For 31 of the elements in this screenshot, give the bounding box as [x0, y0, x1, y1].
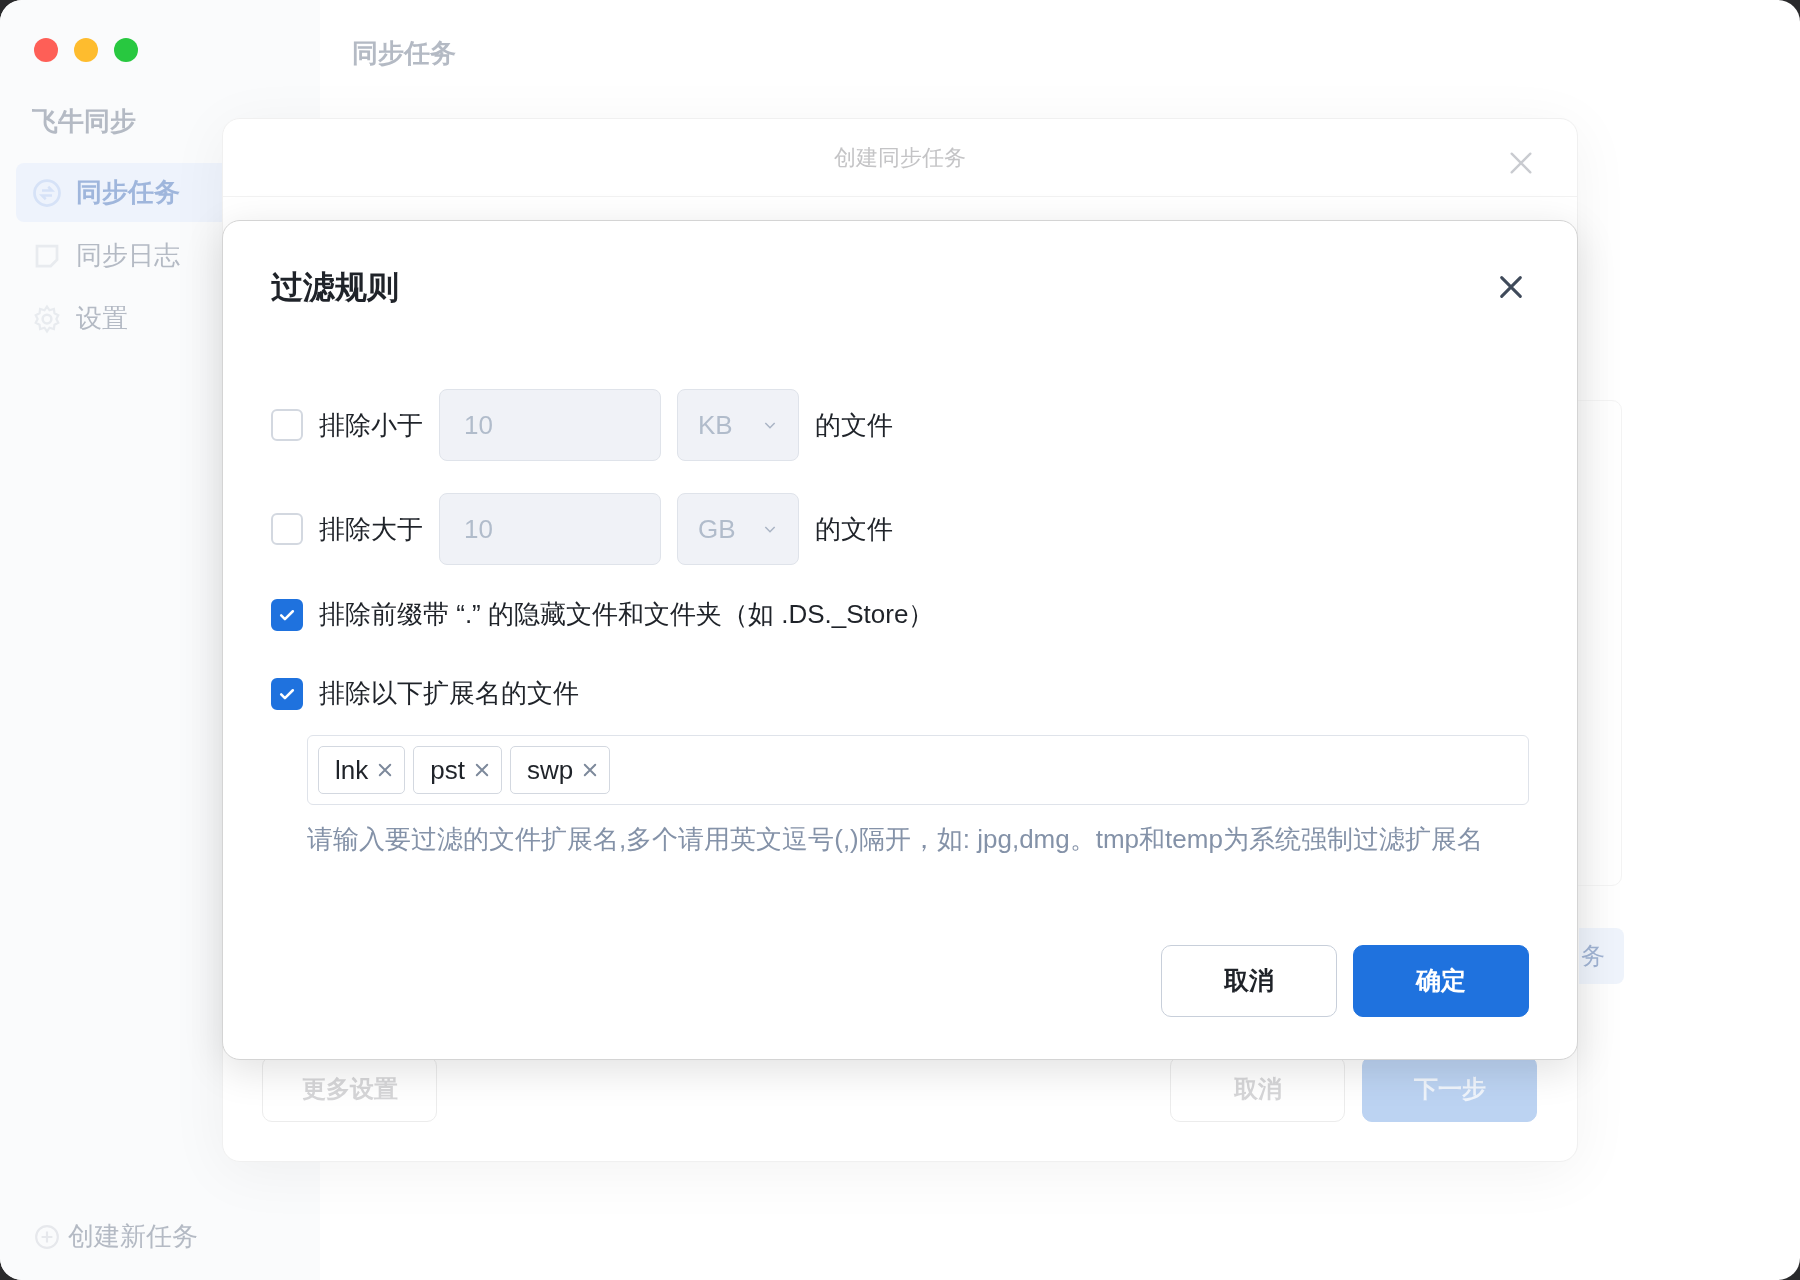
sync-icon: [32, 177, 62, 208]
hint-text: 请输入要过滤的文件扩展名,多个请用英文逗号(,)隔开，如: jpg,dmg。tmp和temp为系统强制过滤扩展名: [307, 823, 1484, 856]
close-icon: [1507, 149, 1535, 177]
close-window-button[interactable]: [34, 38, 58, 62]
rule-suffix: 的文件: [815, 512, 893, 546]
extension-tag: swp: [509, 746, 611, 794]
panel-button[interactable]: 务: [1579, 928, 1624, 984]
extension-tag: lnk: [318, 746, 406, 794]
confirm-button[interactable]: 确定: [1353, 945, 1529, 1017]
sidebar-item[interactable]: 同步日志: [16, 226, 206, 285]
close-icon: [1497, 273, 1525, 301]
checkbox[interactable]: [271, 598, 303, 631]
rule-label: 排除前缀带 “.” 的隐藏文件和文件夹（如 .DS._Store）: [319, 598, 935, 631]
create-task-button[interactable]: 创建新任务: [16, 1217, 304, 1256]
dialog-title: 创建同步任务: [834, 144, 966, 172]
sidebar-item[interactable]: 设置: [16, 289, 206, 348]
unit-select[interactable]: KB: [677, 389, 799, 461]
checkbox[interactable]: [271, 677, 303, 710]
zoom-window-button[interactable]: [114, 38, 138, 62]
app-name: 飞牛同步: [32, 105, 137, 138]
extension-tag: pst: [413, 746, 502, 794]
rule-label: 排除大于: [319, 512, 423, 546]
sidebar-item[interactable]: 同步任务: [16, 163, 222, 222]
rule-label: 排除小于: [319, 408, 423, 442]
unit-select[interactable]: GB: [677, 493, 799, 565]
cancel-button[interactable]: 取消: [1161, 945, 1337, 1017]
extension-input[interactable]: lnk pst swp: [307, 735, 1529, 805]
dialog-title: 过滤规则: [271, 268, 399, 307]
window-title: 同步任务: [352, 38, 456, 68]
rule-suffix: 的文件: [815, 408, 893, 442]
rule-label: 排除以下扩展名的文件: [319, 677, 579, 710]
